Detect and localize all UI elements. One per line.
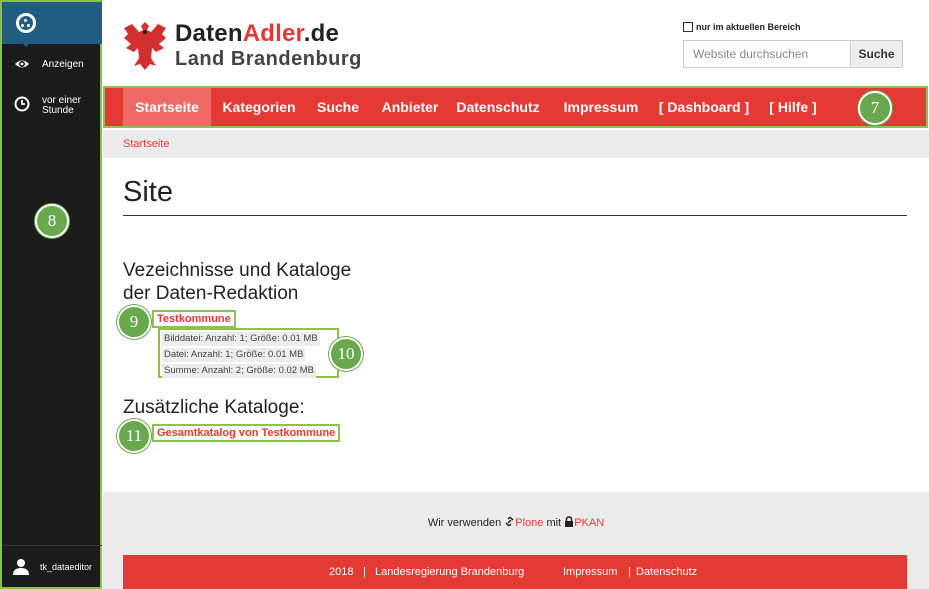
stat-datei: Datei: Anzahl: 1; Größe: 0.01 MB bbox=[162, 348, 306, 362]
nav-kategorien[interactable]: Kategorien bbox=[213, 88, 305, 126]
footer-org-link[interactable]: Landesregierung Brandenburg bbox=[375, 566, 524, 578]
nav-suche[interactable]: Suche bbox=[308, 88, 368, 126]
nav-startseite[interactable]: Startseite bbox=[123, 88, 211, 126]
footer-credits: Wir verwenden Plone mit PKAN bbox=[427, 516, 605, 529]
search-button[interactable]: Suche bbox=[850, 40, 903, 68]
nav-dashboard[interactable]: [ Dashboard ] bbox=[653, 88, 755, 126]
footer-bar: 2018 | Landesregierung Brandenburg Impre… bbox=[123, 555, 907, 589]
page-title: Site bbox=[123, 176, 173, 208]
user-icon bbox=[13, 558, 29, 575]
pkan-link[interactable]: PKAN bbox=[574, 517, 604, 529]
callout-7: 7 bbox=[858, 91, 892, 125]
section-heading-extra: Zusätzliche Kataloge: bbox=[123, 397, 305, 418]
link-icon bbox=[505, 516, 514, 527]
section-heading-catalogs: Vezeichnisse und Kataloge der Daten-Reda… bbox=[123, 260, 352, 304]
eye-icon bbox=[15, 60, 29, 68]
footer-year: 2018 bbox=[329, 566, 354, 578]
extra-catalog-link[interactable]: Gesamtkatalog von Testkommune bbox=[152, 424, 341, 442]
breadcrumb: Startseite bbox=[103, 130, 929, 158]
nav-anbieter[interactable]: Anbieter bbox=[370, 88, 450, 126]
sidebar-logo-button[interactable] bbox=[2, 2, 102, 47]
footer-impressum-link[interactable]: Impressum bbox=[563, 566, 617, 578]
callout-10: 10 bbox=[329, 337, 363, 371]
search-input[interactable]: Website durchsuchen bbox=[683, 40, 851, 68]
app-logo-icon bbox=[16, 13, 36, 33]
stat-bilddatei: Bilddatei: Anzahl: 1; Größe: 0.01 MB bbox=[162, 332, 320, 346]
plone-link[interactable]: Plone bbox=[515, 517, 543, 529]
callout-8: 8 bbox=[35, 204, 69, 238]
stat-summe: Summe: Anzahl: 2; Größe: 0.02 MB bbox=[162, 364, 316, 378]
sidebar-item-history[interactable]: vor einer Stunde bbox=[14, 96, 81, 116]
brand-title: DatenAdler.de bbox=[175, 20, 339, 47]
brand-subtitle: Land Brandenburg bbox=[175, 48, 362, 70]
nav-hilfe[interactable]: [ Hilfe ] bbox=[762, 88, 824, 126]
nav-impressum[interactable]: Impressum bbox=[556, 88, 646, 126]
footer: Wir verwenden Plone mit PKAN 2018 | Land… bbox=[103, 492, 929, 589]
sidebar: Anzeigen vor einer Stunde tk_dataeditor bbox=[0, 0, 102, 589]
sidebar-item-anzeigen[interactable]: Anzeigen bbox=[14, 56, 84, 72]
sidebar-user[interactable]: tk_dataeditor bbox=[2, 545, 102, 587]
sidebar-item-label: vor einer Stunde bbox=[42, 95, 81, 116]
callout-9: 9 bbox=[117, 305, 151, 339]
sidebar-item-label: Anzeigen bbox=[42, 59, 84, 70]
search-scope-checkbox[interactable] bbox=[683, 22, 693, 32]
title-divider bbox=[123, 215, 907, 216]
search-scope-option[interactable]: nur im aktuellen Bereich bbox=[683, 22, 801, 32]
search-scope-label: nur im aktuellen Bereich bbox=[696, 22, 801, 32]
lock-icon bbox=[565, 516, 574, 527]
site-brand[interactable]: DatenAdler.de Land Brandenburg bbox=[175, 20, 362, 71]
clock-icon bbox=[14, 96, 30, 112]
footer-datenschutz-link[interactable]: Datenschutz bbox=[636, 566, 697, 578]
nav-datenschutz[interactable]: Datenschutz bbox=[452, 88, 544, 126]
breadcrumb-startseite[interactable]: Startseite bbox=[123, 138, 169, 150]
catalog-link-testkommune[interactable]: Testkommune bbox=[152, 310, 236, 328]
callout-11: 11 bbox=[117, 419, 151, 453]
eagle-icon bbox=[124, 22, 166, 70]
catalog-stats: Bilddatei: Anzahl: 1; Größe: 0.01 MB Dat… bbox=[158, 328, 339, 378]
username: tk_dataeditor bbox=[40, 561, 93, 572]
main-nav: Startseite Kategorien Suche Anbieter Dat… bbox=[103, 86, 928, 128]
